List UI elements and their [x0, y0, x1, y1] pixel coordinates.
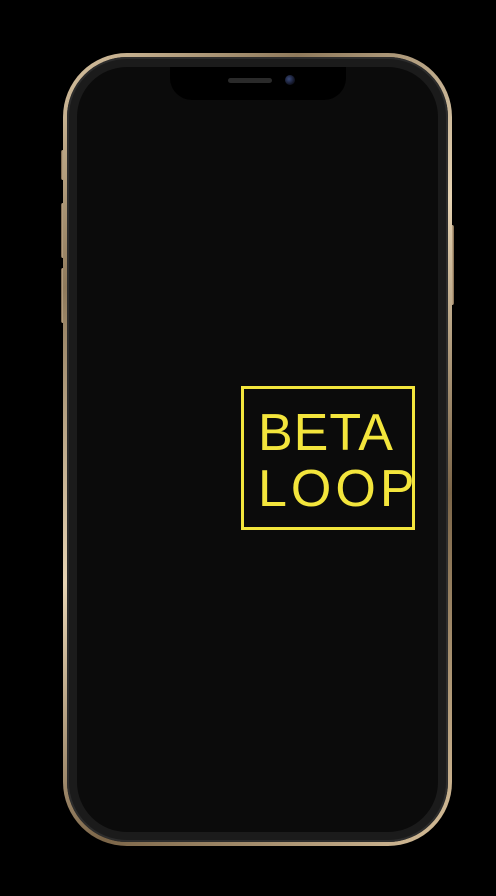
phone-bezel: BETA LOOP: [67, 57, 448, 842]
logo-line-beta: BETA: [258, 404, 394, 462]
splash-screen: BETA LOOP: [77, 67, 438, 832]
splash-canvas: BETA LOOP: [0, 0, 496, 896]
beta-loop-logo: BETA LOOP: [241, 386, 415, 530]
notch: [169, 67, 346, 100]
phone-frame: BETA LOOP: [63, 53, 452, 846]
logo-line-loop: LOOP: [258, 460, 419, 518]
speaker-grille: [227, 78, 272, 83]
front-camera-icon: [284, 75, 295, 85]
